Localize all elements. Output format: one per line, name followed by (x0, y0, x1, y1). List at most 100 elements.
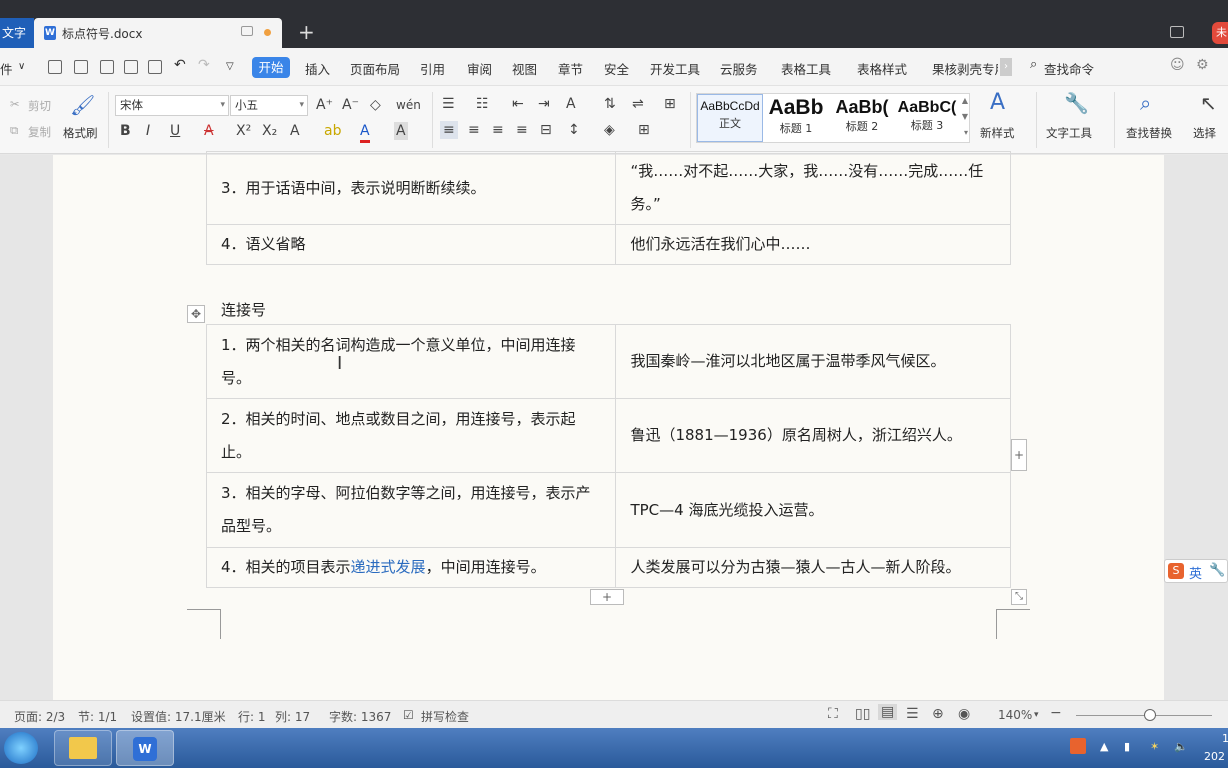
zoom-dropdown-icon[interactable]: ▾ (1034, 710, 1039, 720)
hyperlink-text[interactable]: 递进式发展 (351, 558, 426, 576)
tray-battery-icon[interactable]: ▮ (1124, 740, 1130, 753)
style-normal[interactable]: AaBbCcDd 正文 (697, 94, 763, 142)
start-orb-icon[interactable] (4, 732, 38, 764)
print-preview-icon[interactable] (148, 60, 162, 74)
status-word-count[interactable]: 字数: 1367 (329, 708, 391, 725)
zoom-slider-knob[interactable] (1144, 709, 1156, 721)
clock-time[interactable]: 1 (1222, 732, 1228, 745)
paragraph-shading-icon[interactable]: ◈ (604, 121, 615, 139)
select-button[interactable]: 选择 (1193, 125, 1216, 141)
undo-icon[interactable]: ↶ (174, 57, 186, 73)
font-size-select[interactable]: 小五 ▾ (230, 95, 308, 116)
table-cell-example[interactable]: 我国秦岭—淮河以北地区属于温带季风气候区。 (615, 324, 1011, 399)
subscript-icon[interactable]: X₂ (262, 122, 277, 140)
monitor-icon[interactable] (241, 26, 253, 36)
quick-access-menu-icon[interactable]: ▽ (226, 61, 234, 72)
web-view-icon[interactable]: ⊕ (932, 706, 944, 722)
table-cell-example[interactable]: 人类发展可以分为古猿—猿人—古人—新人阶段。 (615, 547, 1011, 588)
print-icon[interactable] (124, 60, 138, 74)
table-cell-usage[interactable]: 1．两个相关的名词构造成一个意义单位，中间用连接号。 (205, 324, 617, 399)
superscript-icon[interactable]: X² (236, 122, 251, 140)
table-cell-example[interactable]: TPC—4 海底光缆投入运营。 (615, 472, 1011, 548)
menu-view[interactable]: 视图 (512, 59, 537, 78)
chevron-down-icon[interactable]: ∨ (18, 61, 25, 72)
page-view-icon[interactable]: ▤ (878, 704, 898, 720)
border-icon[interactable]: ⊞ (638, 121, 650, 139)
decrease-indent-icon[interactable]: ⇤ (512, 95, 524, 113)
numbered-list-icon[interactable]: ☷ (476, 95, 489, 113)
table-cell-example[interactable]: 他们永远活在我们心中…… (615, 224, 1011, 265)
text-effect-icon[interactable]: A (290, 122, 300, 140)
menu-chapter[interactable]: 章节 (558, 59, 583, 78)
status-page[interactable]: 页面: 2/3 (14, 708, 65, 725)
font-name-select[interactable]: 宋体 ▾ (115, 95, 229, 116)
strikethrough-icon[interactable]: A (204, 122, 214, 140)
align-left-icon[interactable]: ≡ (440, 121, 458, 139)
ime-language[interactable]: 英 (1189, 563, 1202, 582)
tray-network-icon[interactable]: ✶ (1150, 740, 1159, 753)
menu-cloud[interactable]: 云服务 (720, 59, 758, 78)
ime-toolbar[interactable]: S 英 🔧 (1164, 559, 1228, 583)
table-cell-example[interactable]: “我……对不起……大家，我……没有……完成……任务。” (615, 151, 1011, 225)
show-marks-icon[interactable]: ⊞ (664, 95, 676, 113)
taskbar-explorer[interactable] (54, 730, 112, 766)
menu-developer[interactable]: 开发工具 (650, 59, 700, 78)
menu-start[interactable]: 开始 (252, 57, 290, 78)
export-pdf-icon[interactable] (100, 60, 114, 74)
menu-references[interactable]: 引用 (420, 59, 445, 78)
increase-indent-icon[interactable]: ⇥ (538, 95, 550, 113)
distribute-icon[interactable]: ⊟ (540, 121, 552, 139)
unsaved-dot-icon[interactable] (264, 29, 271, 36)
menu-file[interactable]: 件 (0, 59, 13, 78)
table-row[interactable]: 3．用于话语中间，表示说明断断续续。 “我……对不起……大家，我……没有……完成… (205, 151, 1011, 225)
menu-table-tools[interactable]: 表格工具 (781, 59, 831, 78)
menu-table-style[interactable]: 表格样式 (857, 59, 907, 78)
menu-insert[interactable]: 插入 (305, 59, 330, 78)
settings-gear-icon[interactable]: ⚙ (1196, 57, 1209, 73)
ime-wrench-icon[interactable]: 🔧 (1209, 563, 1225, 578)
find-replace-button[interactable]: 查找替换 (1126, 125, 1172, 141)
align-right-icon[interactable]: ≡ (492, 121, 504, 139)
gallery-expand-icon[interactable]: ▾ (964, 128, 968, 137)
tab-document[interactable]: W 标点符号.docx (34, 18, 282, 48)
clear-format-icon[interactable]: ◇ (370, 96, 381, 114)
gallery-down-icon[interactable]: ▼ (962, 112, 968, 121)
font-color-icon[interactable]: A (360, 122, 370, 143)
table-cell-usage[interactable]: 4．语义省略 (205, 224, 617, 265)
taskbar-wps-writer[interactable]: W (116, 730, 174, 766)
ellipsis-table[interactable]: 3．用于话语中间，表示说明断断续续。 “我……对不起……大家，我……没有……完成… (205, 151, 1011, 265)
table-row[interactable]: 4．相关的项目表示递进式发展，中间用连接号。 人类发展可以分为古猿—猿人—古人—… (205, 547, 1011, 588)
line-spacing-icon[interactable]: ↕ (568, 121, 580, 139)
text-tools-button[interactable]: 文字工具 (1046, 125, 1092, 141)
font-shrink-icon[interactable]: A⁻ (342, 96, 359, 114)
table-cell-usage[interactable]: 2．相关的时间、地点或数目之间，用连接号，表示起止。 (205, 398, 617, 473)
format-painter-button[interactable]: 格式刷 (63, 125, 98, 141)
read-mode-icon[interactable]: ▯▯ (855, 706, 870, 722)
zoom-out-icon[interactable]: − (1050, 705, 1062, 721)
table-row[interactable]: 1．两个相关的名词构造成一个意义单位，中间用连接号。 我国秦岭—淮河以北地区属于… (205, 324, 1011, 399)
underline-icon[interactable]: U (170, 122, 180, 140)
menu-page-layout[interactable]: 页面布局 (350, 59, 400, 78)
new-style-button[interactable]: 新样式 (980, 125, 1015, 141)
redo-icon[interactable]: ↷ (198, 57, 210, 73)
sort-icon[interactable]: ⇅ (604, 95, 616, 113)
table-cell-example[interactable]: 鲁迅（1881—1936）原名周树人，浙江绍兴人。 (615, 398, 1011, 473)
menu-guohe[interactable]: 果核剥壳专用 (932, 59, 998, 78)
phonetic-guide-icon[interactable]: wén (396, 96, 421, 114)
add-row-button[interactable]: + (590, 589, 624, 605)
style-heading-3[interactable]: AaBbC( 标题 3 (895, 94, 959, 142)
window-layout-icon[interactable] (1170, 26, 1184, 38)
feedback-icon[interactable]: ☺ (1170, 57, 1185, 73)
eye-protect-icon[interactable]: ◉ (958, 706, 970, 722)
chinese-layout-icon[interactable]: A (566, 95, 576, 113)
open-folder-icon[interactable] (48, 60, 62, 74)
highlight-icon[interactable]: ab (324, 122, 341, 140)
save-icon[interactable] (74, 60, 88, 74)
tray-ime-icon[interactable] (1070, 738, 1086, 754)
line-break-icon[interactable]: ⇌ (632, 95, 644, 113)
dash-table[interactable]: 1．两个相关的名词构造成一个意义单位，中间用连接号。 我国秦岭—淮河以北地区属于… (205, 324, 1011, 588)
cut-button[interactable]: 剪切 (28, 98, 51, 114)
bold-icon[interactable]: B (120, 122, 131, 140)
search-command[interactable]: 查找命令 (1044, 59, 1094, 78)
table-resize-handle-icon[interactable]: ⤡ (1011, 589, 1027, 605)
